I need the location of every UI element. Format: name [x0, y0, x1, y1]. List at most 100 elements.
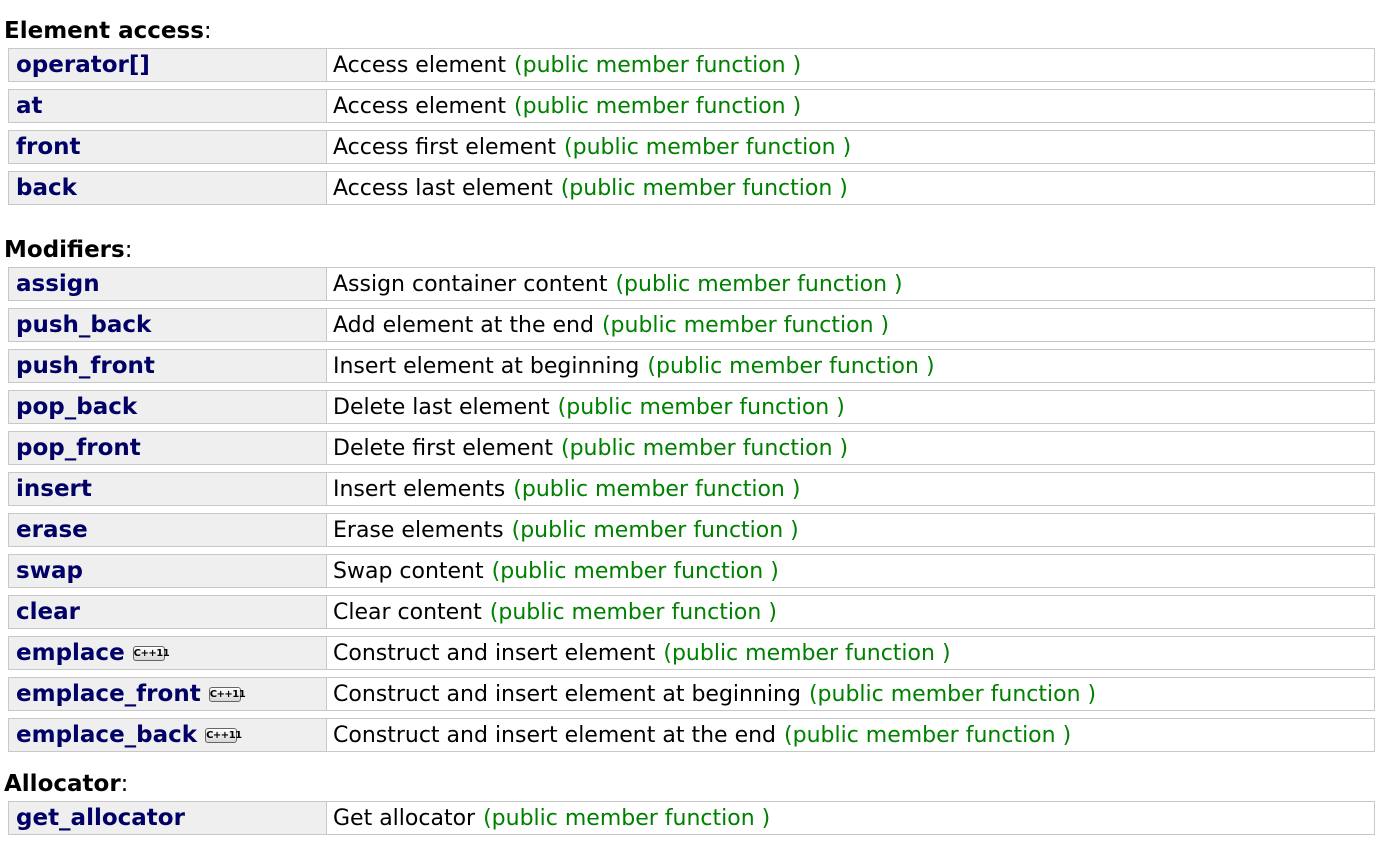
member-description: Erase elements [333, 517, 504, 543]
member-description: Delete last element [333, 394, 550, 420]
member-table-element-access: operator[] Access element (public member … [8, 41, 1375, 212]
table-row: clear Clear content (public member functi… [8, 595, 1375, 629]
member-desc-cell: Access element (public member function ) [327, 89, 1375, 123]
table-row: erase Erase elements (public member funct… [8, 513, 1375, 547]
member-link-emplace[interactable]: emplace [16, 640, 125, 666]
member-name-cell: get_allocator [8, 801, 327, 835]
member-description: Access last element [333, 175, 553, 201]
member-desc-cell: Delete last element (public member functi… [327, 390, 1375, 424]
member-link-push-front[interactable]: push_front [16, 353, 155, 379]
member-description: Add element at the end [333, 312, 594, 338]
member-link-emplace-back[interactable]: emplace_back [16, 722, 197, 748]
member-description: Insert elements [333, 476, 506, 502]
member-name-cell: emplace_front C++11 [8, 677, 327, 711]
member-type-label: (public member function ) [491, 558, 779, 584]
member-link-clear[interactable]: clear [16, 599, 80, 625]
member-type-label: (public member function ) [560, 175, 848, 201]
table-row: pop_back Delete last element (public memb… [8, 390, 1375, 424]
member-desc-cell: Erase elements (public member function ) [327, 513, 1375, 547]
member-link-pop-back[interactable]: pop_back [16, 394, 137, 420]
member-description: Get allocator [333, 805, 476, 831]
member-name-cell: at [8, 89, 327, 123]
member-desc-cell: Construct and insert element at the end (… [327, 718, 1375, 752]
member-type-label: (public member function ) [615, 271, 903, 297]
member-name-cell: emplace_back C++11 [8, 718, 327, 752]
member-description: Access first element [333, 134, 557, 160]
member-desc-cell: Delete first element (public member funct… [327, 431, 1375, 465]
member-link-back[interactable]: back [16, 175, 77, 201]
member-type-label: (public member function ) [511, 517, 799, 543]
table-row: push_back Add element at the end (public … [8, 308, 1375, 342]
member-type-label: (public member function ) [601, 312, 890, 338]
member-description: Access element [333, 52, 507, 78]
member-desc-cell: Access last element (public member functi… [327, 171, 1375, 205]
member-description: Swap content [333, 558, 484, 584]
member-link-at[interactable]: at [16, 93, 43, 119]
member-desc-cell: Add element at the end (public member fun… [327, 308, 1375, 342]
member-link-pop-front[interactable]: pop_front [16, 435, 141, 461]
table-row: operator[] Access element (public member … [8, 48, 1375, 82]
table-row: assign Assign container content (public m… [8, 267, 1375, 301]
member-link-erase[interactable]: erase [16, 517, 88, 543]
table-row: get_allocator Get allocator (public membe… [8, 801, 1375, 835]
member-link-assign[interactable]: assign [16, 271, 100, 297]
cpp11-badge-icon: C++11 [205, 728, 242, 743]
member-name-cell: push_front [8, 349, 327, 383]
table-row: emplace C++11 Construct and insert elemen… [8, 636, 1375, 670]
table-row: at Access element (public member function… [8, 89, 1375, 123]
cpp11-badge-icon: C++11 [132, 646, 170, 661]
member-name-cell: push_back [8, 308, 327, 342]
table-row: insert Insert elements (public member fun… [8, 472, 1375, 506]
member-description: Clear content [333, 599, 482, 625]
member-type-label: (public member function ) [514, 93, 802, 119]
member-link-push-back[interactable]: push_back [16, 312, 151, 338]
member-link-operator-brackets[interactable]: operator[] [16, 52, 150, 78]
table-row: pop_front Delete first element (public me… [8, 431, 1375, 465]
member-name-cell: insert [8, 472, 327, 506]
member-table-modifiers: assign Assign container content (public m… [8, 260, 1375, 759]
member-desc-cell: Insert elements (public member function ) [327, 472, 1375, 506]
member-name-cell: swap [8, 554, 327, 588]
member-type-label: (public member function ) [513, 476, 801, 502]
member-description: Delete first element [333, 435, 553, 461]
member-name-cell: pop_back [8, 390, 327, 424]
member-type-label: (public member function ) [784, 722, 1072, 748]
member-name-cell: operator[] [8, 48, 327, 82]
member-description: Construct and insert element at the end [333, 722, 777, 748]
member-desc-cell: Insert element at beginning (public membe… [327, 349, 1375, 383]
member-description: Assign container content [333, 271, 608, 297]
member-table-allocator: get_allocator Get allocator (public membe… [8, 794, 1375, 842]
member-name-cell: emplace C++11 [8, 636, 327, 670]
member-link-insert[interactable]: insert [16, 476, 92, 502]
member-type-label: (public member function ) [483, 805, 771, 831]
member-desc-cell: Clear content (public member function ) [327, 595, 1375, 629]
cpp11-badge-icon: C++11 [208, 687, 246, 702]
member-link-swap[interactable]: swap [16, 558, 83, 584]
member-desc-cell: Construct and insert element (public memb… [327, 636, 1375, 670]
member-description: Insert element at beginning [333, 353, 640, 379]
member-desc-cell: Assign container content (public member f… [327, 267, 1375, 301]
table-row: front Access first element (public member… [8, 130, 1375, 164]
member-name-cell: front [8, 130, 327, 164]
member-type-label: (public member function ) [557, 394, 845, 420]
member-desc-cell: Access first element (public member funct… [327, 130, 1375, 164]
member-desc-cell: Get allocator (public member function ) [327, 801, 1375, 835]
member-name-cell: back [8, 171, 327, 205]
member-type-label: (public member function ) [514, 52, 802, 78]
member-type-label: (public member function ) [560, 435, 849, 461]
member-type-label: (public member function ) [808, 681, 1097, 707]
member-link-get-allocator[interactable]: get_allocator [16, 805, 185, 831]
member-link-emplace-front[interactable]: emplace_front [16, 681, 201, 707]
member-desc-cell: Swap content (public member function ) [327, 554, 1375, 588]
table-row: push_front Insert element at beginning (p… [8, 349, 1375, 383]
member-name-cell: erase [8, 513, 327, 547]
member-desc-cell: Construct and insert element at beginnin… [327, 677, 1375, 711]
table-row: swap Swap content (public member function… [8, 554, 1375, 588]
member-type-label: (public member function ) [647, 353, 935, 379]
member-name-cell: pop_front [8, 431, 327, 465]
member-name-cell: clear [8, 595, 327, 629]
member-name-cell: assign [8, 267, 327, 301]
table-row: emplace_back C++11 Construct and insert e… [8, 718, 1375, 752]
member-link-front[interactable]: front [16, 134, 81, 160]
member-description: Construct and insert element at beginnin… [333, 681, 801, 707]
